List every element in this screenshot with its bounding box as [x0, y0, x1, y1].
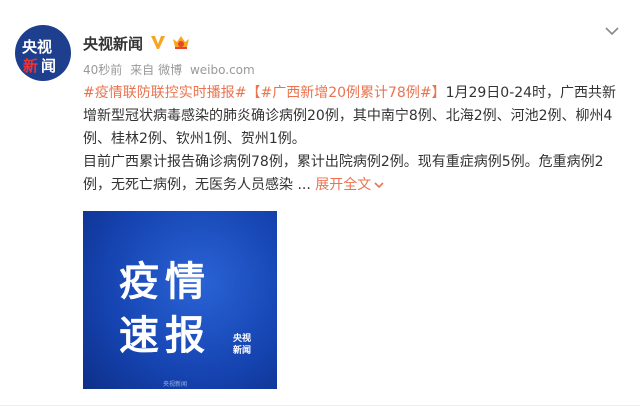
- post-meta: 40秒前 来自 微博 weibo.com: [83, 61, 259, 78]
- image-logo-text-2: 新闻: [233, 346, 252, 356]
- divider: [0, 405, 640, 414]
- image-footer: 央视新闻: [163, 381, 188, 388]
- image-text-line-2: 速报: [119, 313, 211, 359]
- avatar-text-top: 央视: [22, 38, 53, 56]
- username[interactable]: 央视新闻: [83, 33, 143, 54]
- source-name[interactable]: 微博: [158, 63, 182, 77]
- post-paragraph-1: #疫情联防联控实时播报#【#广西新增20例累计78例#】1月29日0-24时，广…: [83, 82, 623, 151]
- hashtag-link-1[interactable]: #疫情联防联控实时播报#: [83, 85, 246, 101]
- verified-icon: [151, 36, 165, 49]
- chevron-down-icon[interactable]: [605, 26, 619, 36]
- avatar-text-wen: 闻: [41, 57, 57, 75]
- post-paragraph-2: 目前广西累计报告确诊病例78例，累计出院病例2例。现有重症病例5例。危重病例2例…: [83, 151, 623, 197]
- weibo-post-card: 央视 新 闻 央视新闻 40秒前 来自 微博 weibo.com #疫情联防联控实…: [0, 0, 640, 414]
- source-url[interactable]: weibo.com: [190, 63, 255, 77]
- vip-crown-icon[interactable]: [171, 34, 191, 50]
- post-image[interactable]: 疫情 速报 央视 新闻 央视新闻: [83, 211, 277, 389]
- image-text-line-1: 疫情: [119, 259, 211, 305]
- post-content: #疫情联防联控实时播报#【#广西新增20例累计78例#】1月29日0-24时，广…: [83, 82, 623, 197]
- expand-full-text-link[interactable]: 展开全文: [315, 177, 371, 193]
- hashtag-link-2[interactable]: 【#广西新增20例累计78例#】: [246, 85, 445, 101]
- avatar-text-new: 新: [23, 57, 39, 75]
- source-prefix: 来自: [130, 63, 155, 77]
- avatar[interactable]: 央视 新 闻: [15, 25, 71, 81]
- post-time: 40秒前: [83, 63, 123, 77]
- chevron-down-icon: [374, 182, 384, 189]
